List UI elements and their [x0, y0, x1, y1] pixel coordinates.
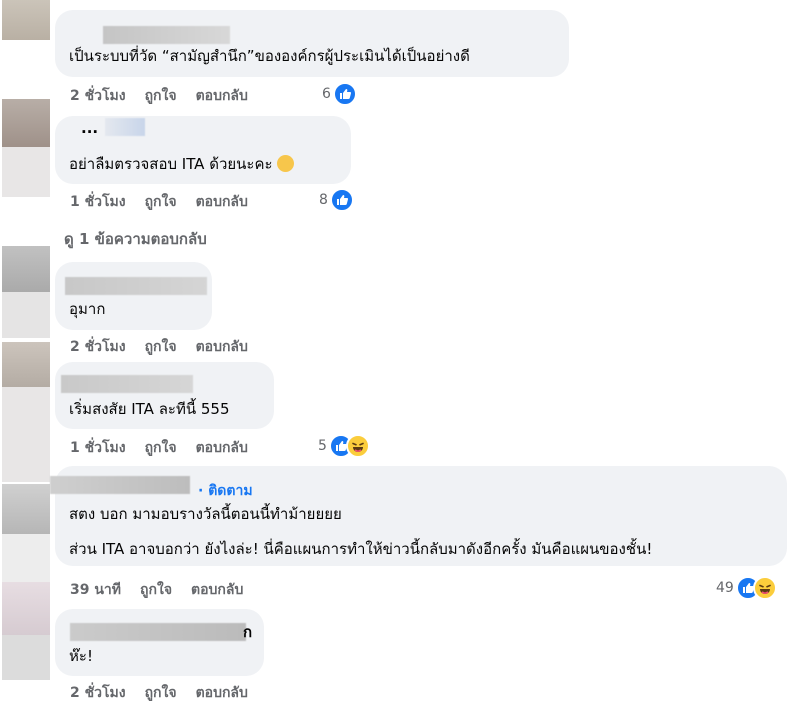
- commenter-name-tail[interactable]: ก: [243, 622, 252, 642]
- comment-text-content: อย่าลืมตรวจสอบ ITA ด้วยนะคะ: [69, 155, 273, 173]
- like-thumb-icon: [332, 82, 357, 106]
- like-button[interactable]: ถูกใจ: [145, 682, 177, 704]
- timestamp[interactable]: 2 ชั่วโมง: [70, 85, 126, 107]
- reaction-summary[interactable]: 49: [716, 576, 777, 600]
- reply-button[interactable]: ตอบกลับ: [196, 682, 248, 704]
- reply-button[interactable]: ตอบกลับ: [196, 336, 248, 358]
- reaction-count: 5: [318, 438, 327, 454]
- commenter-name-blurred[interactable]: [105, 118, 145, 136]
- like-button[interactable]: ถูกใจ: [145, 85, 177, 107]
- comment-bubble: ก ห๊ะ!: [55, 609, 264, 676]
- comment-text: ส่วน ITA อาจบอกว่า ยังไงล่ะ! นี่คือแผนกา…: [69, 540, 653, 558]
- commenter-name-blurred[interactable]: [70, 623, 246, 641]
- comment-bubble: อุมาก: [55, 262, 212, 330]
- avatar-shadow: [2, 387, 50, 482]
- commenter-name-blurred[interactable]: [103, 26, 230, 44]
- comment-actions: 1 ชั่วโมง ถูกใจ ตอบกลับ: [70, 437, 267, 459]
- comment-bubble: · ติดตาม สตง บอก มามอบรางวัลนี้ตอนนี้ทำม…: [50, 466, 787, 566]
- smile-emoji-icon: [277, 155, 295, 172]
- commenter-name-blurred[interactable]: [50, 476, 190, 494]
- avatar[interactable]: [2, 99, 50, 147]
- reaction-count: 6: [322, 86, 331, 102]
- haha-laugh-icon: [345, 434, 370, 458]
- comment-bubble: เป็นระบบที่วัด “สามัญสำนึก”ขององค์กรผู้ป…: [55, 10, 569, 77]
- reply-button[interactable]: ตอบกลับ: [196, 437, 248, 459]
- timestamp[interactable]: 1 ชั่วโมง: [70, 191, 126, 213]
- comment-text: เริ่มสงสัย ITA ละทีนี้ 555: [69, 400, 230, 418]
- comment-actions: 1 ชั่วโมง ถูกใจ ตอบกลับ: [70, 191, 267, 213]
- commenter-name[interactable]: ...: [81, 118, 98, 138]
- haha-laugh-icon: [752, 576, 777, 600]
- reaction-count: 49: [716, 580, 734, 596]
- like-button[interactable]: ถูกใจ: [145, 336, 177, 358]
- follow-link[interactable]: · ติดตาม: [198, 480, 253, 501]
- avatar[interactable]: [2, 0, 50, 40]
- timestamp[interactable]: 39 นาที: [70, 579, 121, 601]
- reaction-summary[interactable]: 6: [322, 82, 357, 106]
- comment-bubble: ... อย่าลืมตรวจสอบ ITA ด้วยนะคะ: [55, 116, 351, 184]
- timestamp[interactable]: 1 ชั่วโมง: [70, 437, 126, 459]
- comment-actions: 39 นาที ถูกใจ ตอบกลับ: [70, 579, 262, 601]
- timestamp[interactable]: 2 ชั่วโมง: [70, 336, 126, 358]
- comment-text: เป็นระบบที่วัด “สามัญสำนึก”ขององค์กรผู้ป…: [69, 47, 470, 65]
- timestamp[interactable]: 2 ชั่วโมง: [70, 682, 126, 704]
- like-thumb-icon: [329, 188, 354, 212]
- avatar[interactable]: [2, 484, 50, 534]
- comment-text: อย่าลืมตรวจสอบ ITA ด้วยนะคะ: [69, 154, 295, 174]
- view-replies-link[interactable]: ดู 1 ข้อความตอบกลับ: [64, 227, 207, 251]
- comment-text: สตง บอก มามอบรางวัลนี้ตอนนี้ทำม้ายยยย: [69, 505, 342, 523]
- avatar[interactable]: [2, 582, 50, 635]
- comment-text: ห๊ะ!: [69, 647, 93, 665]
- comment-text: อุมาก: [69, 300, 106, 318]
- comment-bubble: เริ่มสงสัย ITA ละทีนี้ 555: [55, 362, 274, 429]
- avatar-shadow: [2, 635, 50, 680]
- avatar-shadow: [2, 147, 50, 197]
- comment-actions: 2 ชั่วโมง ถูกใจ ตอบกลับ: [70, 85, 267, 107]
- comment-actions: 2 ชั่วโมง ถูกใจ ตอบกลับ: [70, 682, 267, 704]
- reply-button[interactable]: ตอบกลับ: [191, 579, 243, 601]
- avatar-shadow: [2, 292, 50, 338]
- comment-actions: 2 ชั่วโมง ถูกใจ ตอบกลับ: [70, 336, 267, 358]
- avatar[interactable]: [2, 342, 50, 387]
- like-button[interactable]: ถูกใจ: [145, 191, 177, 213]
- reply-button[interactable]: ตอบกลับ: [196, 85, 248, 107]
- commenter-name-blurred[interactable]: [61, 375, 193, 393]
- reply-button[interactable]: ตอบกลับ: [196, 191, 248, 213]
- like-button[interactable]: ถูกใจ: [145, 437, 177, 459]
- reaction-count: 8: [319, 192, 328, 208]
- reaction-summary[interactable]: 8: [319, 188, 354, 212]
- avatar[interactable]: [2, 246, 50, 292]
- reaction-summary[interactable]: 5: [318, 434, 370, 458]
- like-button[interactable]: ถูกใจ: [140, 579, 172, 601]
- commenter-name-blurred[interactable]: [65, 277, 207, 295]
